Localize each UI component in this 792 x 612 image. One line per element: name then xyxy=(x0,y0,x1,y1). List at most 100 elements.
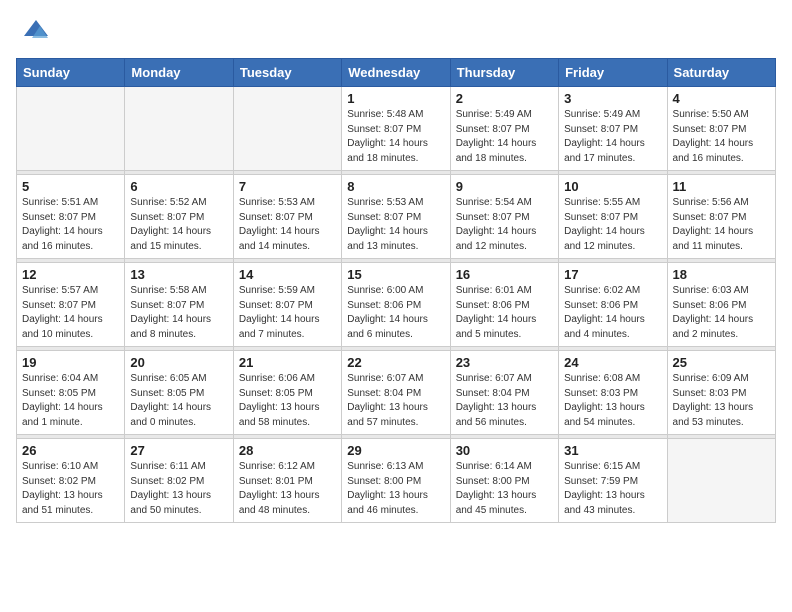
calendar-cell xyxy=(667,439,775,523)
day-of-week-header: Sunday xyxy=(17,59,125,87)
day-number: 17 xyxy=(564,267,661,282)
day-info: Sunrise: 5:49 AM Sunset: 8:07 PM Dayligh… xyxy=(456,108,553,166)
calendar-cell: 1 Sunrise: 5:48 AM Sunset: 8:07 PM Daylig… xyxy=(342,87,450,171)
calendar-cell: 7 Sunrise: 5:53 AM Sunset: 8:07 PM Daylig… xyxy=(233,175,341,259)
day-info: Sunrise: 5:56 AM Sunset: 8:07 PM Dayligh… xyxy=(673,196,770,254)
day-number: 11 xyxy=(673,179,770,194)
day-number: 22 xyxy=(347,355,444,370)
calendar-cell: 10 Sunrise: 5:55 AM Sunset: 8:07 PM Dayli… xyxy=(559,175,667,259)
calendar-cell: 3 Sunrise: 5:49 AM Sunset: 8:07 PM Daylig… xyxy=(559,87,667,171)
calendar-week-row: 12 Sunrise: 5:57 AM Sunset: 8:07 PM Dayli… xyxy=(17,263,776,347)
header xyxy=(16,16,776,48)
day-info: Sunrise: 5:50 AM Sunset: 8:07 PM Dayligh… xyxy=(673,108,770,166)
calendar-cell: 28 Sunrise: 6:12 AM Sunset: 8:01 PM Dayli… xyxy=(233,439,341,523)
day-info: Sunrise: 6:08 AM Sunset: 8:03 PM Dayligh… xyxy=(564,372,661,430)
day-number: 8 xyxy=(347,179,444,194)
day-number: 4 xyxy=(673,91,770,106)
calendar-week-row: 5Sunrise: 5:51 AM Sunset: 8:07 PM Daylig… xyxy=(17,175,776,259)
calendar-week-row: 26Sunrise: 6:10 AM Sunset: 8:02 PM Dayli… xyxy=(17,439,776,523)
day-info: Sunrise: 6:07 AM Sunset: 8:04 PM Dayligh… xyxy=(347,372,444,430)
day-info: Sunrise: 6:05 AM Sunset: 8:05 PM Dayligh… xyxy=(130,372,227,430)
day-info: Sunrise: 6:15 AM Sunset: 7:59 PM Dayligh… xyxy=(564,460,661,518)
day-number: 3 xyxy=(564,91,661,106)
day-number: 29 xyxy=(347,443,444,458)
day-info: Sunrise: 5:49 AM Sunset: 8:07 PM Dayligh… xyxy=(564,108,661,166)
day-info: Sunrise: 5:53 AM Sunset: 8:07 PM Dayligh… xyxy=(347,196,444,254)
calendar-cell: 13 Sunrise: 5:58 AM Sunset: 8:07 PM Dayli… xyxy=(125,263,233,347)
calendar-cell: 25 Sunrise: 6:09 AM Sunset: 8:03 PM Dayli… xyxy=(667,351,775,435)
day-number: 2 xyxy=(456,91,553,106)
calendar-cell: 17 Sunrise: 6:02 AM Sunset: 8:06 PM Dayli… xyxy=(559,263,667,347)
day-info: Sunrise: 5:52 AM Sunset: 8:07 PM Dayligh… xyxy=(130,196,227,254)
calendar-cell: 18Sunrise: 6:03 AM Sunset: 8:06 PM Dayli… xyxy=(667,263,775,347)
day-number: 20 xyxy=(130,355,227,370)
day-number: 5 xyxy=(22,179,119,194)
day-number: 13 xyxy=(130,267,227,282)
day-number: 28 xyxy=(239,443,336,458)
calendar-cell: 15Sunrise: 6:00 AM Sunset: 8:06 PM Dayli… xyxy=(342,263,450,347)
calendar-cell: 4 Sunrise: 5:50 AM Sunset: 8:07 PM Daylig… xyxy=(667,87,775,171)
calendar-cell: 27 Sunrise: 6:11 AM Sunset: 8:02 PM Dayli… xyxy=(125,439,233,523)
day-number: 27 xyxy=(130,443,227,458)
day-info: Sunrise: 6:07 AM Sunset: 8:04 PM Dayligh… xyxy=(456,372,553,430)
calendar-cell: 5Sunrise: 5:51 AM Sunset: 8:07 PM Daylig… xyxy=(17,175,125,259)
calendar-cell: 29Sunrise: 6:13 AM Sunset: 8:00 PM Dayli… xyxy=(342,439,450,523)
calendar-week-row: 19 Sunrise: 6:04 AM Sunset: 8:05 PM Dayli… xyxy=(17,351,776,435)
day-number: 30 xyxy=(456,443,553,458)
calendar-cell: 20 Sunrise: 6:05 AM Sunset: 8:05 PM Dayli… xyxy=(125,351,233,435)
day-number: 10 xyxy=(564,179,661,194)
day-number: 19 xyxy=(22,355,119,370)
calendar-cell: 8 Sunrise: 5:53 AM Sunset: 8:07 PM Daylig… xyxy=(342,175,450,259)
day-number: 21 xyxy=(239,355,336,370)
day-info: Sunrise: 6:10 AM Sunset: 8:02 PM Dayligh… xyxy=(22,460,119,518)
day-number: 12 xyxy=(22,267,119,282)
day-number: 14 xyxy=(239,267,336,282)
day-number: 6 xyxy=(130,179,227,194)
day-info: Sunrise: 5:59 AM Sunset: 8:07 PM Dayligh… xyxy=(239,284,336,342)
day-info: Sunrise: 6:02 AM Sunset: 8:06 PM Dayligh… xyxy=(564,284,661,342)
day-of-week-header: Thursday xyxy=(450,59,558,87)
day-info: Sunrise: 5:55 AM Sunset: 8:07 PM Dayligh… xyxy=(564,196,661,254)
day-info: Sunrise: 5:53 AM Sunset: 8:07 PM Dayligh… xyxy=(239,196,336,254)
day-number: 25 xyxy=(673,355,770,370)
day-info: Sunrise: 5:58 AM Sunset: 8:07 PM Dayligh… xyxy=(130,284,227,342)
day-info: Sunrise: 6:06 AM Sunset: 8:05 PM Dayligh… xyxy=(239,372,336,430)
logo xyxy=(16,16,52,48)
calendar-cell xyxy=(233,87,341,171)
day-info: Sunrise: 5:48 AM Sunset: 8:07 PM Dayligh… xyxy=(347,108,444,166)
calendar-cell: 6 Sunrise: 5:52 AM Sunset: 8:07 PM Daylig… xyxy=(125,175,233,259)
calendar-cell: 23Sunrise: 6:07 AM Sunset: 8:04 PM Dayli… xyxy=(450,351,558,435)
day-info: Sunrise: 6:11 AM Sunset: 8:02 PM Dayligh… xyxy=(130,460,227,518)
day-number: 15 xyxy=(347,267,444,282)
day-of-week-header: Saturday xyxy=(667,59,775,87)
calendar-cell: 21 Sunrise: 6:06 AM Sunset: 8:05 PM Dayli… xyxy=(233,351,341,435)
day-info: Sunrise: 6:01 AM Sunset: 8:06 PM Dayligh… xyxy=(456,284,553,342)
calendar-cell: 11 Sunrise: 5:56 AM Sunset: 8:07 PM Dayli… xyxy=(667,175,775,259)
day-of-week-header: Tuesday xyxy=(233,59,341,87)
day-info: Sunrise: 6:09 AM Sunset: 8:03 PM Dayligh… xyxy=(673,372,770,430)
calendar-cell: 9Sunrise: 5:54 AM Sunset: 8:07 PM Daylig… xyxy=(450,175,558,259)
calendar-cell: 22 Sunrise: 6:07 AM Sunset: 8:04 PM Dayli… xyxy=(342,351,450,435)
day-of-week-header: Friday xyxy=(559,59,667,87)
calendar-cell: 19 Sunrise: 6:04 AM Sunset: 8:05 PM Dayli… xyxy=(17,351,125,435)
logo-icon xyxy=(20,16,52,48)
calendar-cell xyxy=(17,87,125,171)
day-info: Sunrise: 5:57 AM Sunset: 8:07 PM Dayligh… xyxy=(22,284,119,342)
day-of-week-header: Monday xyxy=(125,59,233,87)
day-info: Sunrise: 6:14 AM Sunset: 8:00 PM Dayligh… xyxy=(456,460,553,518)
calendar-cell xyxy=(125,87,233,171)
day-info: Sunrise: 5:54 AM Sunset: 8:07 PM Dayligh… xyxy=(456,196,553,254)
calendar-cell: 30 Sunrise: 6:14 AM Sunset: 8:00 PM Dayli… xyxy=(450,439,558,523)
calendar-cell: 12 Sunrise: 5:57 AM Sunset: 8:07 PM Dayli… xyxy=(17,263,125,347)
calendar-cell: 2 Sunrise: 5:49 AM Sunset: 8:07 PM Daylig… xyxy=(450,87,558,171)
calendar-table: SundayMondayTuesdayWednesdayThursdayFrid… xyxy=(16,58,776,523)
day-of-week-header: Wednesday xyxy=(342,59,450,87)
calendar-header-row: SundayMondayTuesdayWednesdayThursdayFrid… xyxy=(17,59,776,87)
page: SundayMondayTuesdayWednesdayThursdayFrid… xyxy=(0,0,792,535)
day-info: Sunrise: 6:04 AM Sunset: 8:05 PM Dayligh… xyxy=(22,372,119,430)
day-number: 7 xyxy=(239,179,336,194)
day-number: 1 xyxy=(347,91,444,106)
day-info: Sunrise: 6:12 AM Sunset: 8:01 PM Dayligh… xyxy=(239,460,336,518)
calendar-cell: 16Sunrise: 6:01 AM Sunset: 8:06 PM Dayli… xyxy=(450,263,558,347)
day-number: 18 xyxy=(673,267,770,282)
